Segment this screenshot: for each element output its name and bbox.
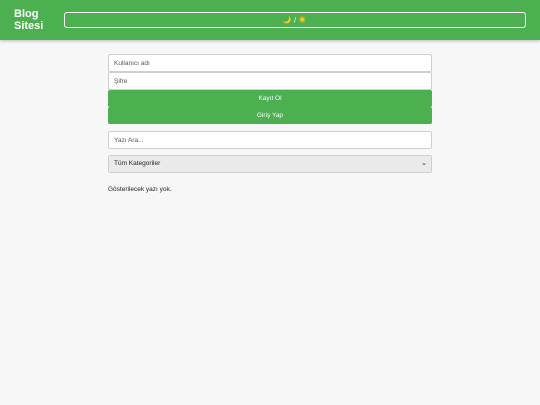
search-input[interactable] <box>108 131 432 149</box>
empty-posts-message: Gösterilecek yazı yok. <box>108 186 172 193</box>
username-input[interactable] <box>108 54 432 72</box>
login-button[interactable]: Giriş Yap <box>108 107 432 124</box>
site-header: Blog Sitesi 🌙 / ☀️ <box>0 0 540 40</box>
brand-line-2: Sitesi <box>14 20 44 32</box>
category-select[interactable]: Tüm Kategoriler ⌄ <box>108 155 432 173</box>
site-brand: Blog Sitesi <box>14 8 58 32</box>
register-button[interactable]: Kayıt Ol <box>108 90 432 107</box>
brand-line-1: Blog <box>14 8 39 20</box>
auth-form: Kayıt Ol Giriş Yap <box>108 54 432 149</box>
theme-toggle-button[interactable]: 🌙 / ☀️ <box>64 12 526 28</box>
password-input[interactable] <box>108 72 432 90</box>
category-select-value: Tüm Kategoriler <box>114 160 161 167</box>
chevron-down-icon: ⌄ <box>421 160 427 167</box>
